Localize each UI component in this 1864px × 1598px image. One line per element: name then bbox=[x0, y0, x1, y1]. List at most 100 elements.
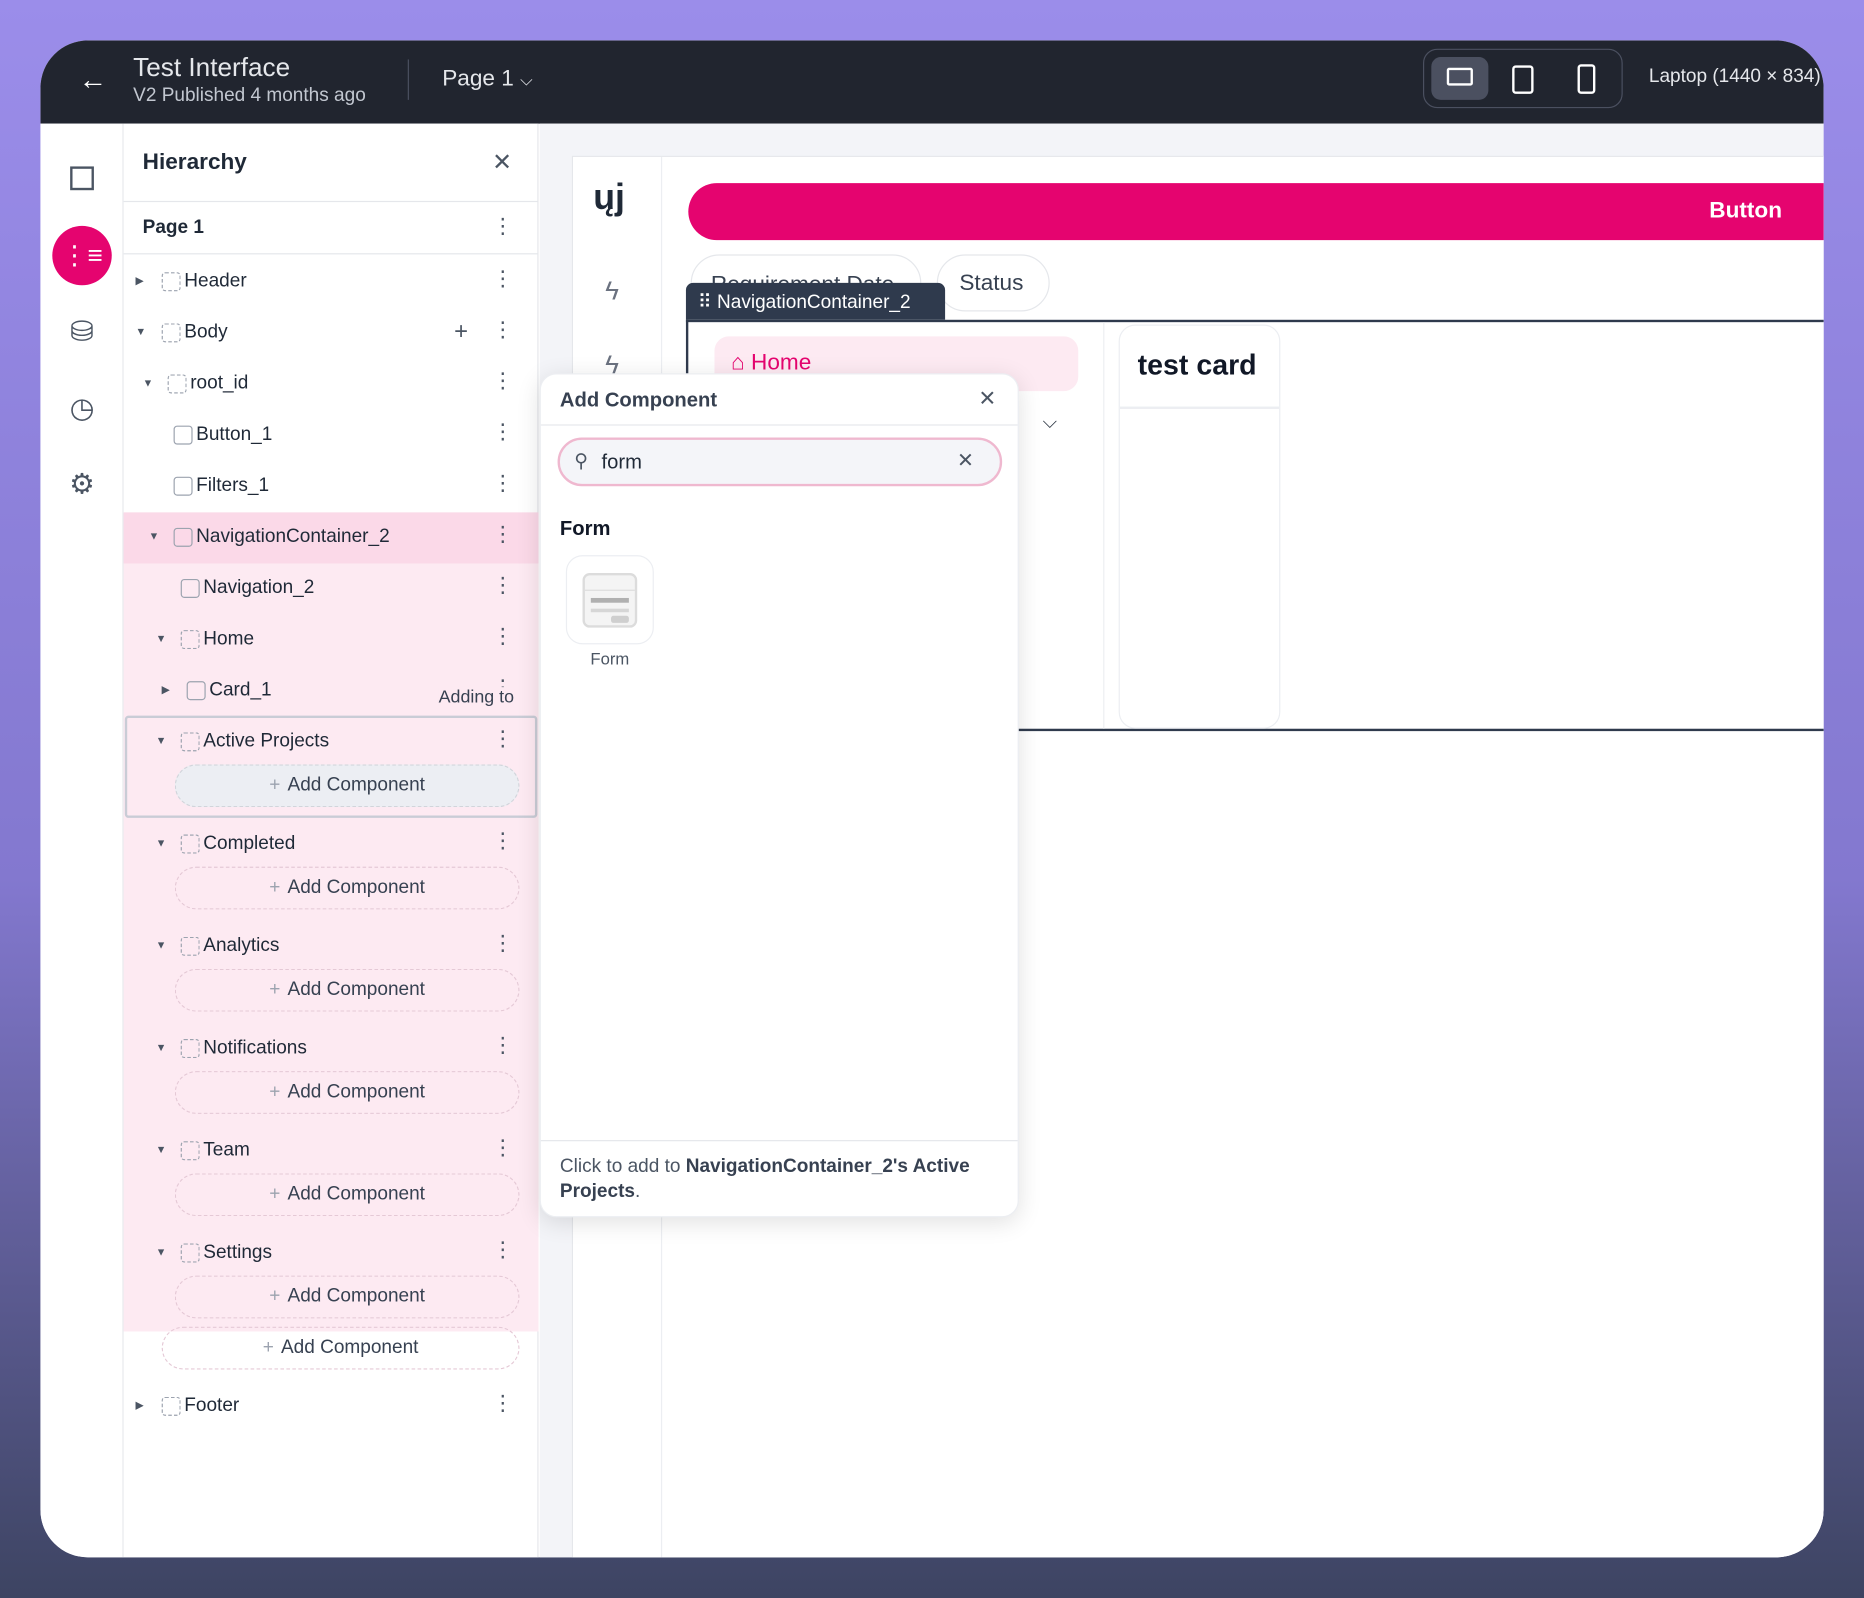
more-icon[interactable]: ⋮ bbox=[492, 1136, 513, 1157]
caret-down-icon[interactable]: ▼ bbox=[156, 1041, 167, 1053]
component-tile-form[interactable] bbox=[565, 555, 654, 645]
caret-right-icon[interactable]: ▶ bbox=[162, 684, 170, 697]
caret-right-icon[interactable]: ▶ bbox=[136, 275, 144, 288]
more-icon[interactable]: ⋮ bbox=[492, 1392, 513, 1413]
tree-item[interactable]: ▼ Settings ⋮ bbox=[124, 1228, 539, 1279]
add-component-label: Add Component bbox=[287, 877, 425, 898]
tree-item-label: Navigation_2 bbox=[203, 577, 315, 598]
tree-item[interactable]: ▼ NavigationContainer_2 ⋮ bbox=[123, 512, 539, 564]
add-component-button[interactable]: + Add Component bbox=[174, 764, 520, 808]
add-component-button[interactable]: + Add Component bbox=[174, 866, 520, 910]
close-icon[interactable]: ✕ bbox=[978, 386, 996, 411]
history-icon[interactable]: ◷ bbox=[52, 378, 111, 437]
card-icon bbox=[186, 681, 206, 701]
settings-icon[interactable]: ⚙ bbox=[52, 454, 111, 513]
tree-item[interactable]: ▼ Home ⋮ bbox=[124, 615, 539, 666]
tree-item[interactable]: ▼ Body + ⋮ bbox=[124, 308, 539, 359]
more-icon[interactable]: ⋮ bbox=[492, 319, 513, 340]
tree-item-label: NavigationContainer_2 bbox=[196, 526, 390, 547]
container-icon bbox=[161, 1396, 181, 1416]
add-component-button[interactable]: + Add Component bbox=[174, 1275, 520, 1319]
mobile-icon[interactable] bbox=[1577, 64, 1596, 94]
divider bbox=[1103, 322, 1105, 729]
more-icon[interactable]: ⋮ bbox=[492, 625, 513, 646]
more-icon[interactable]: ⋮ bbox=[492, 830, 513, 851]
tree-item[interactable]: ▼ Active Projects ⋮ bbox=[124, 717, 539, 768]
page-label: Page 1 bbox=[142, 217, 204, 238]
tree-item[interactable]: ▼ Analytics ⋮ bbox=[124, 921, 539, 972]
clear-icon[interactable]: ✕ bbox=[957, 449, 974, 473]
laptop-icon[interactable] bbox=[1431, 57, 1489, 100]
container-icon bbox=[161, 272, 181, 292]
caret-down-icon[interactable]: ▼ bbox=[143, 377, 154, 389]
card[interactable]: test card bbox=[1118, 324, 1281, 729]
tile-label: Form bbox=[590, 649, 630, 669]
back-button[interactable]: ← bbox=[78, 64, 107, 97]
more-icon[interactable]: ⋮ bbox=[492, 214, 513, 239]
tree-item[interactable]: ▼ Team ⋮ bbox=[124, 1126, 539, 1177]
add-component-popup: Add Component ✕ ⚲ form ✕ Form Form Click… bbox=[539, 373, 1019, 1218]
container-icon bbox=[180, 732, 200, 752]
tree-item[interactable]: Button_1 ⋮ bbox=[124, 410, 539, 461]
hierarchy-icon[interactable]: ⋮≡ bbox=[52, 225, 112, 286]
container-icon bbox=[180, 936, 200, 956]
close-icon[interactable]: ✕ bbox=[492, 147, 512, 177]
more-icon[interactable]: ⋮ bbox=[492, 370, 513, 391]
more-icon[interactable]: ⋮ bbox=[492, 523, 513, 544]
database-icon[interactable]: ⛁ bbox=[52, 302, 111, 361]
caret-right-icon[interactable]: ▶ bbox=[136, 1399, 144, 1412]
page-row[interactable]: Page 1 ⋮ bbox=[123, 200, 539, 255]
left-rail: ⋮≡ ⛁ ◷ ⚙ bbox=[40, 123, 124, 1558]
tree-item[interactable]: ▼ root_id ⋮ bbox=[124, 359, 539, 410]
chevron-down-icon: ⌵ bbox=[520, 70, 533, 90]
more-icon[interactable]: ⋮ bbox=[492, 932, 513, 953]
more-icon[interactable]: ⋮ bbox=[492, 472, 513, 493]
button-label: Button bbox=[1709, 198, 1783, 224]
add-component-button[interactable]: + Add Component bbox=[174, 968, 520, 1012]
caret-down-icon[interactable]: ▼ bbox=[156, 1144, 167, 1156]
add-component-button[interactable]: + Add Component bbox=[174, 1071, 520, 1114]
caret-down-icon[interactable]: ▼ bbox=[136, 326, 147, 338]
add-component-button[interactable]: + Add Component bbox=[161, 1326, 520, 1370]
add-component-button[interactable]: + Add Component bbox=[174, 1173, 520, 1217]
tree-item[interactable]: ▶ Header ⋮ bbox=[124, 257, 539, 308]
add-icon[interactable]: + bbox=[454, 319, 468, 346]
tree-item[interactable]: ▶ Footer ⋮ bbox=[124, 1381, 539, 1432]
caret-down-icon[interactable]: ▼ bbox=[156, 939, 167, 951]
search-input[interactable]: ⚲ form ✕ bbox=[557, 437, 1003, 487]
caret-down-icon[interactable]: ▼ bbox=[156, 632, 167, 644]
caret-down-icon[interactable]: ▼ bbox=[149, 530, 160, 542]
caret-down-icon[interactable]: ▼ bbox=[156, 735, 167, 747]
more-icon[interactable]: ⋮ bbox=[492, 421, 513, 442]
more-icon[interactable]: ⋮ bbox=[492, 1034, 513, 1055]
adding-to-tooltip: Adding to bbox=[438, 687, 515, 708]
tab-status[interactable]: Status bbox=[936, 254, 1050, 312]
drag-handle-icon[interactable]: ⠿ bbox=[698, 292, 712, 312]
add-component-label: Add Component bbox=[287, 979, 425, 1000]
preview-button[interactable]: Button bbox=[688, 183, 1824, 241]
add-component-label: Add Component bbox=[287, 775, 425, 796]
container-icon bbox=[180, 630, 200, 650]
selected-component-tag[interactable]: ⠿ NavigationContainer_2 bbox=[685, 282, 946, 320]
tree-item[interactable]: ▼ Completed ⋮ bbox=[124, 819, 539, 870]
chevron-down-icon[interactable]: ⌵ bbox=[1043, 413, 1057, 434]
more-icon[interactable]: ⋮ bbox=[492, 728, 513, 749]
hierarchy-panel: Hierarchy ✕ Page 1 ⋮ ▶ Header ⋮ ▼ Body + ⋮ ▼ roo… bbox=[123, 123, 539, 1558]
frame-icon[interactable] bbox=[52, 149, 111, 208]
panel-title: Hierarchy bbox=[142, 149, 247, 175]
caret-down-icon[interactable]: ▼ bbox=[156, 1246, 167, 1258]
more-icon[interactable]: ⋮ bbox=[492, 1239, 513, 1260]
tree-item[interactable]: Navigation_2 ⋮ bbox=[124, 563, 539, 614]
tree-item-label: Completed bbox=[203, 833, 296, 854]
tree-item[interactable]: ▼ Notifications ⋮ bbox=[124, 1024, 539, 1075]
page-selector[interactable]: Page 1 ⌵ bbox=[442, 67, 533, 93]
more-icon[interactable]: ⋮ bbox=[492, 267, 513, 288]
tree-item[interactable]: Filters_1 ⋮ bbox=[124, 461, 539, 512]
add-component-label: Add Component bbox=[287, 1081, 425, 1103]
container-icon bbox=[161, 323, 181, 343]
tag-label: NavigationContainer_2 bbox=[717, 292, 911, 313]
more-icon[interactable]: ⋮ bbox=[492, 574, 513, 595]
tablet-icon[interactable] bbox=[1512, 65, 1534, 94]
caret-down-icon[interactable]: ▼ bbox=[156, 837, 167, 849]
container-icon bbox=[180, 834, 200, 854]
